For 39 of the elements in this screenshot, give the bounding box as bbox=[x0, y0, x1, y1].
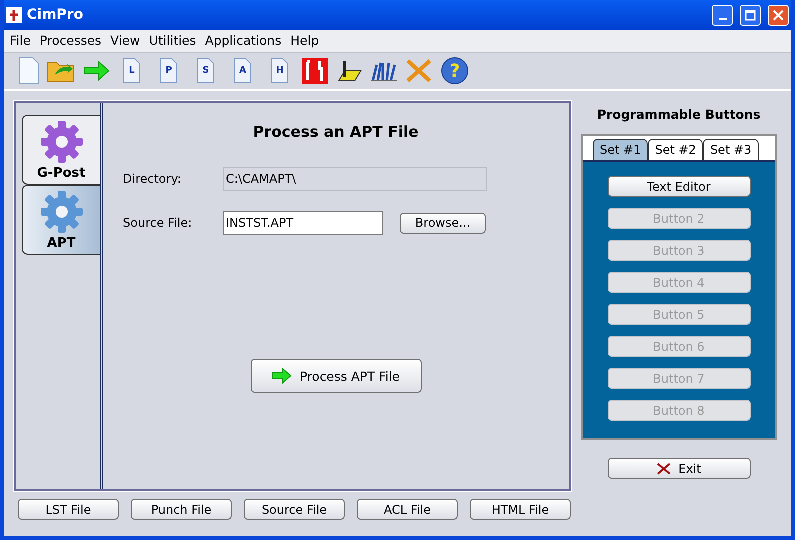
menu-item[interactable]: File bbox=[10, 33, 31, 49]
maximize-icon bbox=[745, 10, 756, 20]
file-button[interactable]: Punch File bbox=[131, 499, 232, 520]
section-title: Programmable Buttons bbox=[597, 107, 761, 122]
text-field[interactable]: INSTST.APT bbox=[223, 211, 383, 235]
app-icon bbox=[6, 7, 22, 23]
exit-button[interactable]: Exit bbox=[608, 458, 750, 479]
programmable-button[interactable]: Text Editor bbox=[608, 176, 750, 197]
maximize-button[interactable] bbox=[740, 4, 761, 26]
menu-item[interactable]: Applications bbox=[205, 33, 282, 49]
close-icon bbox=[773, 10, 784, 20]
set-tab[interactable]: Set #3 bbox=[703, 139, 759, 160]
menu-item[interactable]: Processes bbox=[40, 33, 102, 49]
menu-item[interactable]: Utilities bbox=[149, 33, 196, 49]
file-button[interactable]: ACL File bbox=[357, 499, 458, 520]
tab-label: G-Post bbox=[37, 166, 86, 180]
x-icon bbox=[656, 462, 671, 474]
window-title: CimPro bbox=[27, 7, 84, 23]
side-tab[interactable]: APT bbox=[22, 185, 100, 255]
process-button[interactable]: Process APT File bbox=[250, 359, 422, 393]
file-button[interactable]: HTML File bbox=[470, 499, 571, 520]
field-label: Source File: bbox=[123, 216, 194, 230]
panel-heading: Process an APT File bbox=[253, 123, 419, 141]
arrow-icon[interactable] bbox=[84, 61, 110, 81]
menu-item[interactable]: Help bbox=[290, 33, 320, 49]
minimize-icon bbox=[718, 18, 726, 20]
menu-item[interactable]: View bbox=[110, 33, 140, 49]
set-tab[interactable]: Set #2 bbox=[648, 139, 704, 160]
field-label: Directory: bbox=[123, 172, 182, 186]
file-button[interactable]: LST File bbox=[18, 499, 119, 520]
set-tab[interactable]: Set #1 bbox=[593, 139, 648, 160]
browse-button[interactable]: Browse... bbox=[400, 212, 486, 234]
side-tab[interactable]: G-Post bbox=[22, 115, 100, 185]
minimize-button[interactable] bbox=[712, 4, 733, 26]
tab-label: APT bbox=[47, 236, 76, 250]
help-icon[interactable]: ? bbox=[440, 56, 470, 86]
arrow-icon bbox=[272, 368, 292, 384]
file-button[interactable]: Source File bbox=[244, 499, 345, 520]
close-button[interactable] bbox=[768, 4, 789, 26]
